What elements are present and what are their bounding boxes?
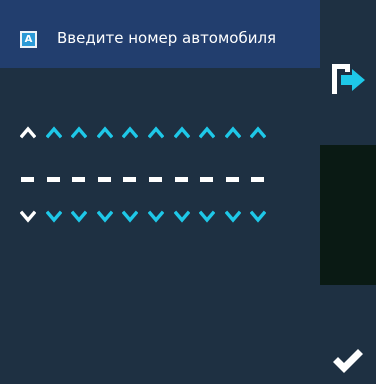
- increment-button[interactable]: [46, 125, 62, 139]
- decrement-button[interactable]: [97, 210, 113, 224]
- character-slot[interactable]: [226, 177, 239, 182]
- chevron-up-icon: [20, 126, 36, 139]
- confirm-panel: [320, 145, 376, 373]
- chevron-up-icon: [71, 126, 87, 139]
- chevron-down-icon: [225, 210, 241, 223]
- character-slot[interactable]: [21, 177, 34, 182]
- character-slot[interactable]: [149, 177, 162, 182]
- chevron-up-icon: [225, 126, 241, 139]
- side-panel: [320, 0, 376, 373]
- character-slot[interactable]: [98, 177, 111, 182]
- decrement-button[interactable]: [225, 210, 241, 224]
- decrement-button[interactable]: [174, 210, 190, 224]
- decrement-button[interactable]: [148, 210, 164, 224]
- chevron-down-icon: [46, 210, 62, 223]
- character-slot[interactable]: [47, 177, 60, 182]
- increment-button[interactable]: [199, 125, 215, 139]
- chevron-up-icon: [250, 126, 266, 139]
- chevron-up-icon: [148, 126, 164, 139]
- license-plate-field-icon: A: [20, 31, 37, 48]
- exit-button[interactable]: [328, 58, 370, 100]
- increment-button[interactable]: [122, 125, 138, 139]
- decrement-button[interactable]: [250, 210, 266, 224]
- decrement-button[interactable]: [199, 210, 215, 224]
- chevron-down-icon: [148, 210, 164, 223]
- chevron-up-icon: [122, 126, 138, 139]
- header-bar: A Введите номер автомобиля: [0, 0, 320, 68]
- checkmark-icon: [333, 349, 363, 373]
- character-slot[interactable]: [72, 177, 85, 182]
- down-arrows-row: [0, 207, 320, 227]
- exit-arrow-icon: [332, 64, 365, 94]
- decrement-button[interactable]: [71, 210, 87, 224]
- character-slots-row: [0, 170, 320, 190]
- increment-button[interactable]: [71, 125, 87, 139]
- decrement-button[interactable]: [46, 210, 62, 224]
- chevron-down-icon: [122, 210, 138, 223]
- character-slot[interactable]: [123, 177, 136, 182]
- exit-panel: [320, 0, 376, 145]
- chevron-up-icon: [97, 126, 113, 139]
- increment-button[interactable]: [174, 125, 190, 139]
- chevron-down-icon: [97, 210, 113, 223]
- character-slot[interactable]: [251, 177, 264, 182]
- increment-button[interactable]: [97, 125, 113, 139]
- icon-letter: A: [22, 33, 35, 46]
- chevron-down-icon: [250, 210, 266, 223]
- chevron-up-icon: [174, 126, 190, 139]
- confirm-button[interactable]: [330, 344, 366, 380]
- chevron-up-icon: [46, 126, 62, 139]
- increment-button[interactable]: [225, 125, 241, 139]
- page-title: Введите номер автомобиля: [57, 29, 277, 47]
- chevron-up-icon: [199, 126, 215, 139]
- up-arrows-row: [0, 122, 320, 142]
- chevron-down-icon: [20, 210, 36, 223]
- increment-button[interactable]: [148, 125, 164, 139]
- character-slot[interactable]: [175, 177, 188, 182]
- chevron-down-icon: [71, 210, 87, 223]
- decrement-button[interactable]: [20, 210, 36, 224]
- chevron-down-icon: [174, 210, 190, 223]
- decrement-button[interactable]: [122, 210, 138, 224]
- character-slot[interactable]: [200, 177, 213, 182]
- chevron-down-icon: [199, 210, 215, 223]
- increment-button[interactable]: [250, 125, 266, 139]
- increment-button[interactable]: [20, 125, 36, 139]
